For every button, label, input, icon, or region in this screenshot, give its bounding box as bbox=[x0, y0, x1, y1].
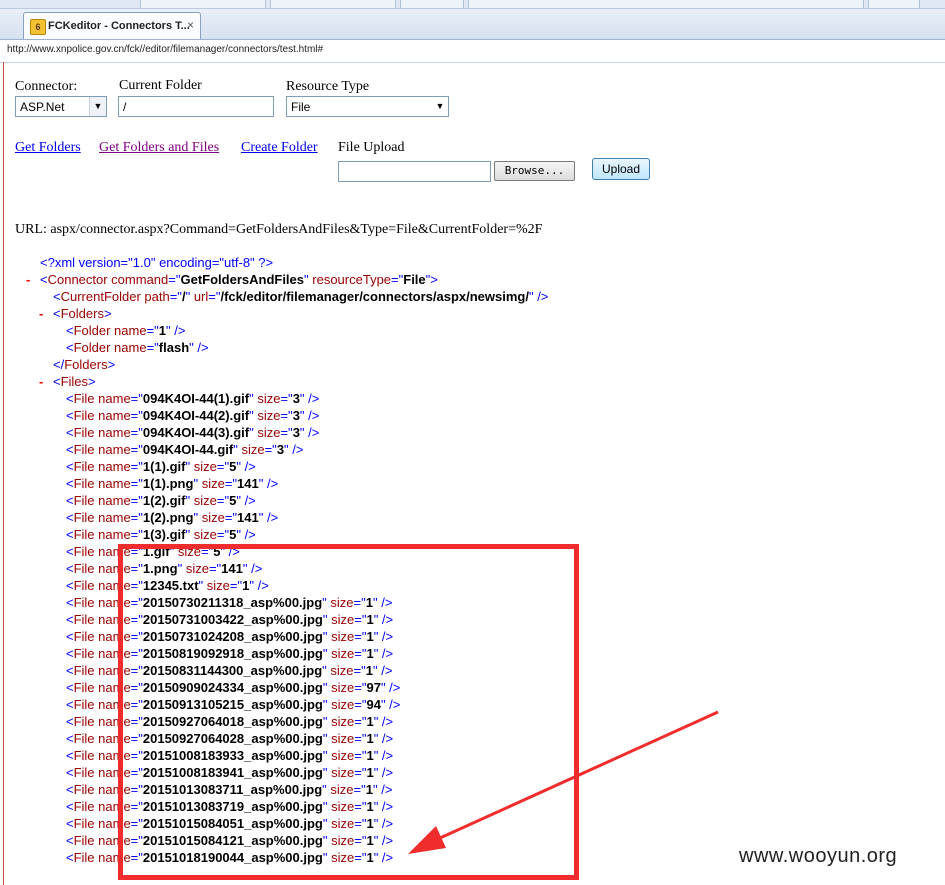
arrow-shaft bbox=[439, 710, 719, 840]
annotation-arrow bbox=[408, 710, 719, 854]
arrow-head bbox=[408, 826, 446, 854]
watermark: www.wooyun.org bbox=[739, 845, 898, 867]
